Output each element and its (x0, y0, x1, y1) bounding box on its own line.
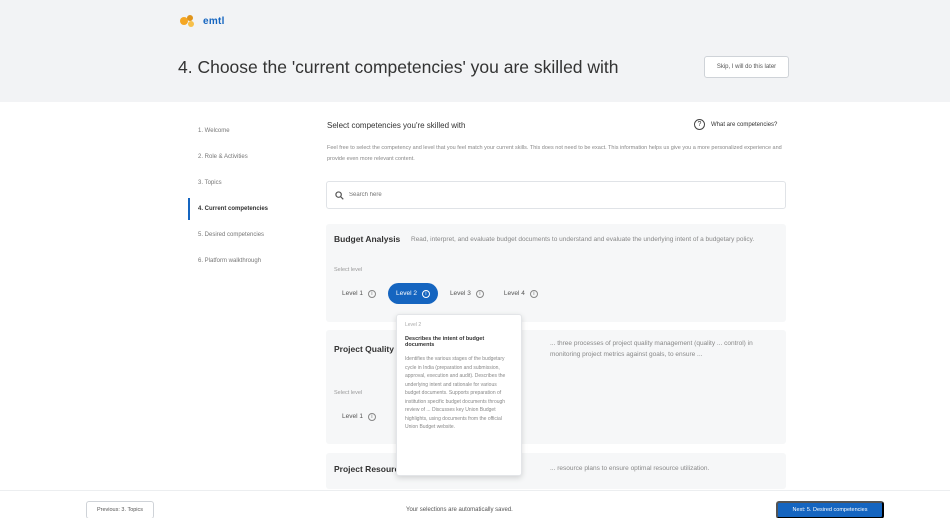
competency-description: ... three processes of project quality m… (550, 340, 753, 358)
search-box[interactable] (326, 181, 786, 209)
competency-name: Project Resource Management (334, 464, 396, 474)
step-welcome[interactable]: 1. Welcome (188, 118, 288, 144)
tooltip-title: Describes the intent of budget documents (405, 336, 485, 348)
step-role-activities[interactable]: 2. Role & Activities (188, 144, 288, 170)
level-label: Level 4 (503, 290, 525, 297)
step-platform-walkthrough[interactable]: 6. Platform walkthrough (188, 248, 288, 274)
competency-card-project-resource: Project Resource Management ... resource… (326, 453, 786, 489)
level-label: Level 3 (449, 290, 471, 297)
search-icon (335, 190, 344, 200)
competency-name: Project Quality Management (334, 344, 394, 354)
competency-name: Budget Analysis (334, 234, 401, 244)
intro-text: Feel free to select the competency and l… (327, 145, 782, 162)
logo-icon (180, 15, 194, 27)
page-title: 4. Choose the 'current competencies' you… (178, 57, 619, 77)
help-link[interactable]: ? What are competencies? (694, 119, 777, 130)
logo[interactable]: emtl (178, 12, 225, 30)
level-label: Level 2 (395, 290, 417, 297)
level-options: Level 1 i Level 2 i Level 3 i Level 4 i (334, 283, 546, 304)
competency-description: Read, interpret, and evaluate budget doc… (411, 236, 755, 243)
info-icon[interactable]: i (475, 289, 484, 298)
competency-description: ... resource plans to ensure optimal res… (550, 465, 710, 472)
step-topics[interactable]: 3. Topics (188, 170, 288, 196)
tooltip-level: Level 2 (405, 322, 422, 328)
level-3-option[interactable]: Level 3 i (442, 283, 492, 304)
level-tooltip: Level 2 Describes the intent of budget d… (396, 314, 522, 476)
info-icon[interactable]: i (421, 289, 430, 298)
step-desired-competencies[interactable]: 5. Desired competencies (188, 222, 288, 248)
section-title: Select competencies you're skilled with (327, 121, 466, 130)
level-options: Level 1 i (334, 406, 384, 427)
info-icon[interactable]: i (367, 289, 376, 298)
steps-nav: 1. Welcome 2. Role & Activities 3. Topic… (188, 118, 288, 274)
next-button[interactable]: Next: 5. Desired competencies (776, 501, 884, 518)
logo-text: emtl (203, 15, 225, 27)
autosave-status: Your selections are automatically saved. (406, 507, 513, 513)
tooltip-body: Identifies the various stages of the bud… (405, 356, 506, 430)
skip-button[interactable]: Skip, I will do this later (704, 56, 789, 78)
footer-divider (0, 490, 950, 491)
info-icon[interactable]: i (529, 289, 538, 298)
competency-card-budget-analysis: Budget Analysis Read, interpret, and eva… (326, 224, 786, 322)
question-icon: ? (694, 119, 705, 130)
search-input[interactable] (349, 192, 769, 198)
step-current-competencies[interactable]: 4. Current competencies (188, 196, 288, 222)
level-label: Level 1 (342, 290, 363, 297)
competency-card-project-quality: Project Quality Management ... three pro… (326, 330, 786, 444)
level-2-option[interactable]: Level 2 i (387, 283, 438, 304)
previous-button[interactable]: Previous: 3. Topics (86, 501, 154, 518)
level-4-option[interactable]: Level 4 i (496, 283, 546, 304)
header-band (0, 0, 950, 102)
level-1-option[interactable]: Level 1 i (334, 406, 384, 427)
info-icon[interactable]: i (367, 412, 376, 421)
help-label: What are competencies? (711, 121, 778, 128)
select-level-label: Select level (334, 390, 363, 396)
select-level-label: Select level (334, 267, 363, 273)
level-label: Level 1 (342, 413, 363, 420)
level-1-option[interactable]: Level 1 i (334, 283, 384, 304)
